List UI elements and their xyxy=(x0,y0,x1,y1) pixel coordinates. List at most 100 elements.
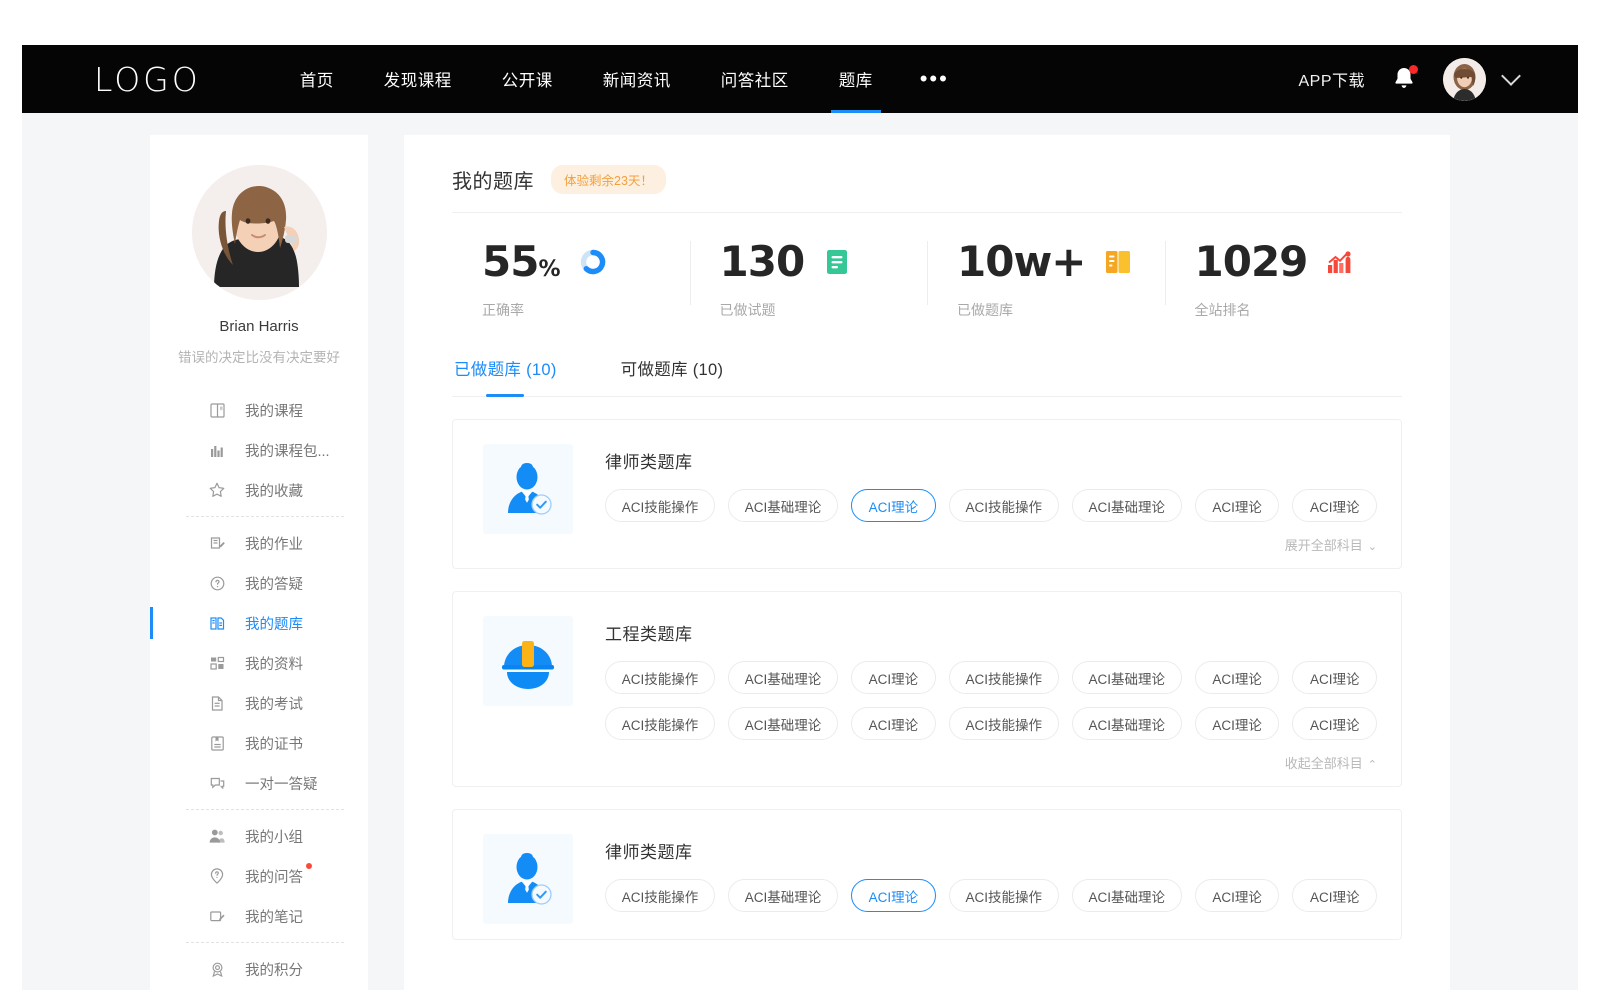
subject-chip[interactable]: ACI技能操作 xyxy=(605,489,715,522)
subject-chip[interactable]: ACI基础理论 xyxy=(1072,707,1182,740)
bank-card[interactable]: 工程类题库ACI技能操作ACI基础理论ACI理论ACI技能操作ACI基础理论AC… xyxy=(452,591,1402,787)
bar-chart-icon xyxy=(207,440,227,460)
subject-chip[interactable]: ACI基础理论 xyxy=(728,661,838,694)
sidebar-item-label: 我的课程包... xyxy=(245,440,330,461)
sidebar-item-label: 我的题库 xyxy=(245,613,303,634)
sidebar-item-10[interactable]: 我的小组 xyxy=(150,816,368,856)
subject-chip[interactable]: ACI理论 xyxy=(851,489,936,522)
subject-chip-row: ACI技能操作 ACI基础理论 ACI理论 ACI技能操作 ACI基础理论 ACI理论 AC… xyxy=(605,661,1377,694)
subject-chip[interactable]: ACI技能操作 xyxy=(949,661,1059,694)
bank-card[interactable]: 律师类题库ACI技能操作ACI基础理论ACI理论ACI技能操作ACI基础理论AC… xyxy=(452,419,1402,569)
nav-item-3[interactable]: 新闻资讯 xyxy=(578,45,696,113)
sidebar-item-11[interactable]: 我的问答 xyxy=(150,856,368,896)
sidebar-item-label: 我的资料 xyxy=(245,653,303,674)
sidebar-item-label: 我的答疑 xyxy=(245,573,303,594)
subject-chip[interactable]: ACI技能操作 xyxy=(605,661,715,694)
orange-book-icon xyxy=(1103,247,1133,277)
sidebar-item-1[interactable]: 我的课程包... xyxy=(150,430,368,470)
subject-chip[interactable]: ACI技能操作 xyxy=(605,879,715,912)
subject-chip[interactable]: ACI理论 xyxy=(1195,489,1280,522)
sidebar-item-9[interactable]: 一对一答疑 xyxy=(150,763,368,803)
subject-chip[interactable]: ACI理论 xyxy=(851,707,936,740)
subject-chip[interactable]: ACI技能操作 xyxy=(949,707,1059,740)
subject-chip[interactable]: ACI基础理论 xyxy=(1072,661,1182,694)
menu-divider xyxy=(186,942,344,943)
toggle-subjects-link[interactable]: 收起全部科目⌃ xyxy=(1285,753,1377,772)
sidebar-item-7[interactable]: 我的考试 xyxy=(150,683,368,723)
tab-0[interactable]: 已做题库 (10) xyxy=(452,356,559,396)
notification-dot xyxy=(1409,65,1418,74)
subject-chip[interactable]: ACI技能操作 xyxy=(949,489,1059,522)
nav-item-4[interactable]: 问答社区 xyxy=(696,45,814,113)
sidebar-item-6[interactable]: 我的资料 xyxy=(150,643,368,683)
sidebar-item-12[interactable]: 我的笔记 xyxy=(150,896,368,936)
sidebar-item-label: 我的证书 xyxy=(245,733,303,754)
profile-motto: 错误的决定比没有决定要好 xyxy=(150,346,368,366)
site-logo[interactable]: LOGO xyxy=(94,60,201,99)
nav-item-2[interactable]: 公开课 xyxy=(477,45,578,113)
sidebar-item-0[interactable]: 我的课程 xyxy=(150,390,368,430)
stat-label: 正确率 xyxy=(482,300,690,320)
stat-3: 1029全站排名 xyxy=(1165,235,1403,320)
subject-chip[interactable]: ACI理论 xyxy=(1292,707,1377,740)
app-root: LOGO 首页 发现课程 公开课新闻资讯问答社区题库 ••• APP下载 xyxy=(0,0,1600,990)
subject-chip-row: ACI技能操作 ACI基础理论 ACI理论 ACI技能操作 ACI基础理论 ACI理论 AC… xyxy=(605,707,1377,740)
sidebar-item-13[interactable]: 我的积分 xyxy=(150,949,368,989)
stat-value: 1029 xyxy=(1195,241,1308,283)
sidebar-item-5[interactable]: 我的题库 xyxy=(150,603,368,643)
card-footer: 收起全部科目⌃ xyxy=(605,753,1377,772)
subject-chip-rows: ACI技能操作 ACI基础理论 ACI理论 ACI技能操作 ACI基础理论 ACI理论 AC… xyxy=(605,879,1377,912)
question-bank-icon xyxy=(207,613,227,633)
sidebar-item-3[interactable]: 我的作业 xyxy=(150,523,368,563)
lawyer-icon xyxy=(483,444,573,534)
sidebar-item-label: 我的问答 xyxy=(245,866,303,887)
notification-bell-icon[interactable] xyxy=(1391,65,1417,93)
tab-1[interactable]: 可做题库 (10) xyxy=(619,356,726,396)
nav-item-1[interactable]: 发现课程 xyxy=(359,45,477,113)
sidebar-item-label: 我的积分 xyxy=(245,959,303,980)
star-icon xyxy=(207,480,227,500)
nav-item-5[interactable]: 题库 xyxy=(814,45,898,113)
subject-chip-rows: ACI技能操作 ACI基础理论 ACI理论 ACI技能操作 ACI基础理论 ACI理论 AC… xyxy=(605,489,1377,522)
nav-item-0[interactable]: 首页 xyxy=(275,45,359,113)
subject-chip[interactable]: ACI基础理论 xyxy=(1072,879,1182,912)
top-header: LOGO 首页 发现课程 公开课新闻资讯问答社区题库 ••• APP下载 xyxy=(22,45,1578,113)
bank-card[interactable]: 律师类题库ACI技能操作ACI基础理论ACI理论ACI技能操作ACI基础理论AC… xyxy=(452,809,1402,940)
subject-chip[interactable]: ACI基础理论 xyxy=(1072,489,1182,522)
subject-chip[interactable]: ACI理论 xyxy=(1292,489,1377,522)
subject-chip[interactable]: ACI基础理论 xyxy=(728,879,838,912)
app-download-link[interactable]: APP下载 xyxy=(1298,67,1365,91)
stat-value-row: 10w+ xyxy=(957,235,1165,289)
stat-1: 130已做试题 xyxy=(690,235,928,320)
subject-chip[interactable]: ACI理论 xyxy=(851,661,936,694)
subject-chip[interactable]: ACI技能操作 xyxy=(605,707,715,740)
subject-chip[interactable]: ACI理论 xyxy=(1292,879,1377,912)
nav-more-icon[interactable]: ••• xyxy=(898,45,971,113)
bank-card-list: 律师类题库ACI技能操作ACI基础理论ACI理论ACI技能操作ACI基础理论AC… xyxy=(452,419,1402,940)
main-panel: 我的题库 体验剩余23天！ 55%正确率130已做试题10w+已做题库1029全… xyxy=(404,135,1450,990)
subject-chip-row: ACI技能操作 ACI基础理论 ACI理论 ACI技能操作 ACI基础理论 ACI理论 AC… xyxy=(605,879,1377,912)
nav-item-label: 发现课程 xyxy=(384,67,452,91)
header-avatar[interactable] xyxy=(1443,58,1486,101)
card-title: 工程类题库 xyxy=(605,620,1377,645)
subject-chip[interactable]: ACI技能操作 xyxy=(949,879,1059,912)
points-icon xyxy=(207,959,227,979)
subject-chip-rows: ACI技能操作 ACI基础理论 ACI理论 ACI技能操作 ACI基础理论 ACI理论 AC… xyxy=(605,661,1377,740)
profile-avatar[interactable] xyxy=(192,165,327,300)
subject-chip[interactable]: ACI理论 xyxy=(1195,707,1280,740)
trial-badge: 体验剩余23天！ xyxy=(551,165,666,194)
sidebar-item-2[interactable]: 我的收藏 xyxy=(150,470,368,510)
subject-chip[interactable]: ACI理论 xyxy=(1195,661,1280,694)
subject-chip[interactable]: ACI理论 xyxy=(1292,661,1377,694)
subject-chip[interactable]: ACI理论 xyxy=(1195,879,1280,912)
sidebar-menu: 我的课程我的课程包... 我的收藏我的作业我的答疑我的题库我的资料我的考试我的证书… xyxy=(150,390,368,989)
account-chevron-down-icon[interactable] xyxy=(1501,66,1521,86)
sidebar-item-4[interactable]: 我的答疑 xyxy=(150,563,368,603)
question-icon xyxy=(207,573,227,593)
subject-chip[interactable]: ACI理论 xyxy=(851,879,936,912)
card-body: 工程类题库ACI技能操作ACI基础理论ACI理论ACI技能操作ACI基础理论AC… xyxy=(605,616,1377,772)
sidebar-item-8[interactable]: 我的证书 xyxy=(150,723,368,763)
subject-chip[interactable]: ACI基础理论 xyxy=(728,489,838,522)
toggle-subjects-link[interactable]: 展开全部科目⌄ xyxy=(1285,535,1377,554)
subject-chip[interactable]: ACI基础理论 xyxy=(728,707,838,740)
